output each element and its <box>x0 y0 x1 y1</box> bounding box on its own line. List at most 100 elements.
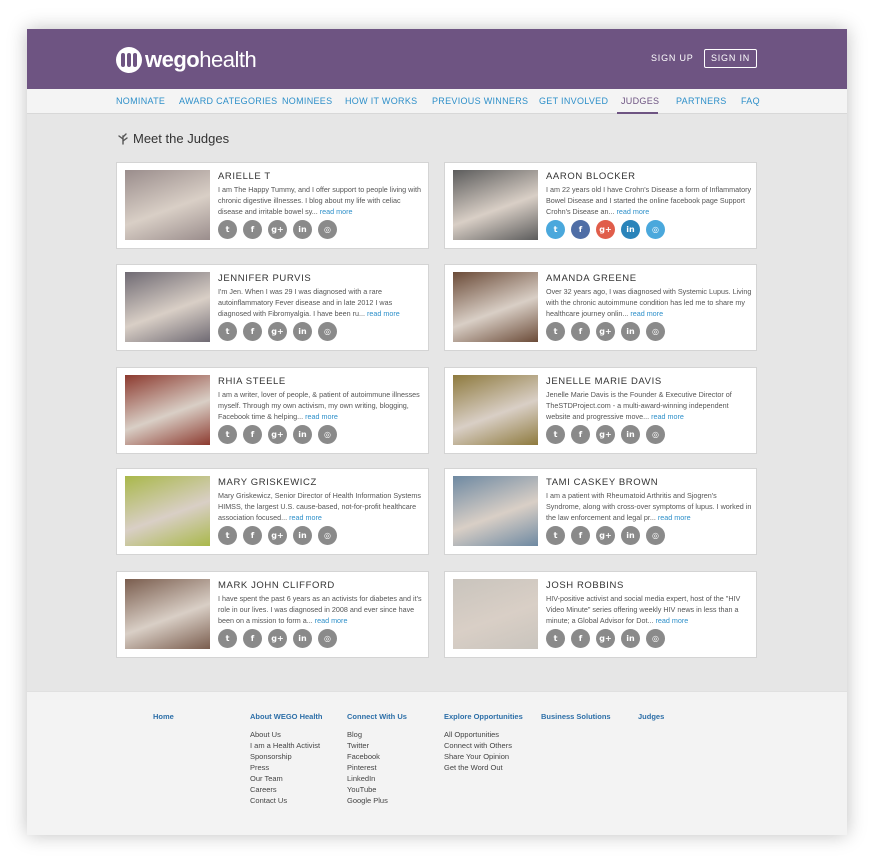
footer-link[interactable]: Blog <box>347 729 407 740</box>
judge-photo[interactable] <box>453 476 538 546</box>
read-more-link[interactable]: read more <box>320 207 353 216</box>
footer-link[interactable]: Pinterest <box>347 762 407 773</box>
linkedin-icon[interactable]: in <box>293 629 312 648</box>
facebook-icon[interactable]: f <box>571 425 590 444</box>
nav-award-categories[interactable]: AWARD CATEGORIES <box>179 96 277 106</box>
facebook-icon[interactable]: f <box>243 629 262 648</box>
twitter-icon[interactable]: t <box>546 629 565 648</box>
google-plus-icon[interactable]: g+ <box>268 526 287 545</box>
linkedin-icon[interactable]: in <box>621 629 640 648</box>
footer-link[interactable]: YouTube <box>347 784 407 795</box>
footer-link[interactable]: Sponsorship <box>250 751 323 762</box>
footer-link[interactable]: Connect with Others <box>444 740 523 751</box>
twitter-icon[interactable]: t <box>546 220 565 239</box>
google-plus-icon[interactable]: g+ <box>268 220 287 239</box>
globe-icon[interactable]: ◎ <box>646 322 665 341</box>
nav-partners[interactable]: PARTNERS <box>676 96 727 106</box>
footer-link[interactable]: Google Plus <box>347 795 407 806</box>
facebook-icon[interactable]: f <box>571 220 590 239</box>
footer-link[interactable]: Share Your Opinion <box>444 751 523 762</box>
nav-faq[interactable]: FAQ <box>741 96 760 106</box>
read-more-link[interactable]: read more <box>367 309 400 318</box>
judge-photo[interactable] <box>453 170 538 240</box>
footer-heading[interactable]: Connect With Us <box>347 712 407 721</box>
footer-heading[interactable]: Business Solutions <box>541 712 611 721</box>
google-plus-icon[interactable]: g+ <box>596 526 615 545</box>
footer-link[interactable]: Contact Us <box>250 795 323 806</box>
google-plus-icon[interactable]: g+ <box>268 629 287 648</box>
facebook-icon[interactable]: f <box>243 425 262 444</box>
facebook-icon[interactable]: f <box>243 526 262 545</box>
linkedin-icon[interactable]: in <box>293 322 312 341</box>
footer-link[interactable]: Press <box>250 762 323 773</box>
footer-link[interactable]: Facebook <box>347 751 407 762</box>
globe-icon[interactable]: ◎ <box>646 629 665 648</box>
globe-icon[interactable]: ◎ <box>318 629 337 648</box>
linkedin-icon[interactable]: in <box>621 425 640 444</box>
footer-link[interactable]: All Opportunities <box>444 729 523 740</box>
nav-previous-winners[interactable]: PREVIOUS WINNERS <box>432 96 528 106</box>
judge-photo[interactable] <box>125 579 210 649</box>
footer-link[interactable]: Get the Word Out <box>444 762 523 773</box>
read-more-link[interactable]: read more <box>651 412 684 421</box>
read-more-link[interactable]: read more <box>315 616 348 625</box>
footer-heading[interactable]: About WEGO Health <box>250 712 323 721</box>
google-plus-icon[interactable]: g+ <box>596 322 615 341</box>
wegohealth-logo[interactable]: wegohealth <box>116 46 257 74</box>
judge-photo[interactable] <box>453 579 538 649</box>
linkedin-icon[interactable]: in <box>621 220 640 239</box>
judge-photo[interactable] <box>453 375 538 445</box>
judge-photo[interactable] <box>125 375 210 445</box>
footer-heading[interactable]: Home <box>153 712 174 721</box>
globe-icon[interactable]: ◎ <box>318 220 337 239</box>
facebook-icon[interactable]: f <box>571 629 590 648</box>
facebook-icon[interactable]: f <box>571 526 590 545</box>
google-plus-icon[interactable]: g+ <box>596 425 615 444</box>
globe-icon[interactable]: ◎ <box>318 526 337 545</box>
nav-judges[interactable]: JUDGES <box>621 96 659 106</box>
globe-icon[interactable]: ◎ <box>646 526 665 545</box>
linkedin-icon[interactable]: in <box>293 425 312 444</box>
read-more-link[interactable]: read more <box>658 513 691 522</box>
linkedin-icon[interactable]: in <box>293 220 312 239</box>
google-plus-icon[interactable]: g+ <box>596 220 615 239</box>
facebook-icon[interactable]: f <box>243 322 262 341</box>
read-more-link[interactable]: read more <box>617 207 650 216</box>
read-more-link[interactable]: read more <box>305 412 338 421</box>
nav-nominees[interactable]: NOMINEES <box>282 96 332 106</box>
linkedin-icon[interactable]: in <box>621 526 640 545</box>
globe-icon[interactable]: ◎ <box>646 220 665 239</box>
twitter-icon[interactable]: t <box>546 322 565 341</box>
globe-icon[interactable]: ◎ <box>646 425 665 444</box>
judge-photo[interactable] <box>125 170 210 240</box>
google-plus-icon[interactable]: g+ <box>268 322 287 341</box>
facebook-icon[interactable]: f <box>243 220 262 239</box>
footer-heading[interactable]: Judges <box>638 712 664 721</box>
footer-link[interactable]: Our Team <box>250 773 323 784</box>
twitter-icon[interactable]: t <box>218 526 237 545</box>
footer-link[interactable]: About Us <box>250 729 323 740</box>
nav-how-it-works[interactable]: HOW IT WORKS <box>345 96 417 106</box>
facebook-icon[interactable]: f <box>571 322 590 341</box>
judge-photo[interactable] <box>125 272 210 342</box>
sign-in-button[interactable]: SIGN IN <box>704 49 757 68</box>
linkedin-icon[interactable]: in <box>621 322 640 341</box>
twitter-icon[interactable]: t <box>218 322 237 341</box>
twitter-icon[interactable]: t <box>218 629 237 648</box>
globe-icon[interactable]: ◎ <box>318 425 337 444</box>
nav-get-involved[interactable]: GET INVOLVED <box>539 96 608 106</box>
read-more-link[interactable]: read more <box>655 616 688 625</box>
read-more-link[interactable]: read more <box>289 513 322 522</box>
google-plus-icon[interactable]: g+ <box>268 425 287 444</box>
footer-link[interactable]: LinkedIn <box>347 773 407 784</box>
footer-link[interactable]: Twitter <box>347 740 407 751</box>
twitter-icon[interactable]: t <box>218 425 237 444</box>
footer-heading[interactable]: Explore Opportunities <box>444 712 523 721</box>
sign-up-link[interactable]: SIGN UP <box>651 53 694 63</box>
google-plus-icon[interactable]: g+ <box>596 629 615 648</box>
footer-link[interactable]: Careers <box>250 784 323 795</box>
twitter-icon[interactable]: t <box>218 220 237 239</box>
linkedin-icon[interactable]: in <box>293 526 312 545</box>
twitter-icon[interactable]: t <box>546 526 565 545</box>
judge-photo[interactable] <box>125 476 210 546</box>
